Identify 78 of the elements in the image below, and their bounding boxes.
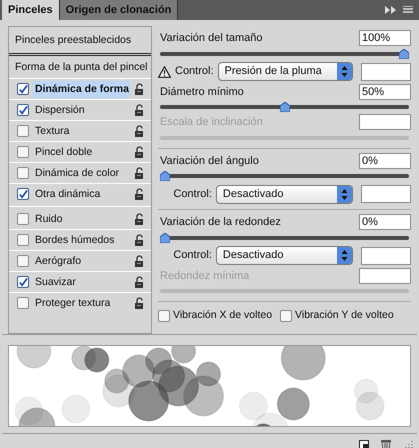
slider[interactable] [160,232,409,244]
checkbox[interactable] [17,297,29,309]
brush-option[interactable]: Pincel doble [33,144,130,160]
checkbox[interactable] [17,276,29,288]
slider-thumb[interactable] [160,232,170,242]
lock-icon[interactable] [134,104,145,116]
value-field[interactable]: 100% [359,30,411,46]
brush-option[interactable]: Dinámica de forma [33,80,130,98]
flip-label: Vibración Y de volteo [295,308,394,323]
value-field[interactable]: 50% [359,84,411,100]
brush-option[interactable]: Aerógrafo [33,252,130,270]
value-field[interactable] [359,268,411,284]
lock-icon[interactable] [134,167,145,179]
slider-thumb[interactable] [280,102,290,112]
flip-label: Vibración X de volteo [173,308,272,323]
brush-option[interactable]: Bordes húmedos [33,232,130,248]
lock-icon[interactable] [134,146,145,158]
lock-icon[interactable] [134,255,145,267]
control-label: Control: [173,248,212,264]
brush-option[interactable]: Dispersión [33,102,130,118]
menu-icon[interactable] [403,6,413,14]
resize-grip-icon[interactable] [403,440,413,448]
slider[interactable] [160,170,409,182]
checkbox[interactable] [17,213,29,225]
value-field[interactable]: 0% [359,214,411,230]
checkbox[interactable] [17,188,29,200]
lock-icon[interactable] [134,276,145,288]
setting-label: Variación del ángulo [159,154,259,168]
value-field[interactable] [359,114,411,130]
lock-icon[interactable] [134,83,145,95]
value-field[interactable] [360,185,411,203]
brush-category[interactable]: Pinceles preestablecidos [9,31,151,51]
checkbox[interactable] [280,310,292,322]
brush-category[interactable]: Forma de la punta del pincel [9,58,151,78]
control-dropdown[interactable]: Desactivado [216,184,353,204]
slider-thumb[interactable] [399,48,409,58]
setting-label: Variación de la redondez [159,215,281,230]
stepper-icon [336,247,352,264]
slider[interactable] [160,48,409,60]
setting-label: Escala de inclinación [159,115,263,130]
brush-option[interactable]: Ruido [33,210,130,228]
brush-option[interactable]: Suavizar [33,274,130,290]
setting-label: Redondez mínima [159,268,250,284]
value-field[interactable] [361,62,411,80]
value-field[interactable]: 0% [359,152,411,168]
checkbox[interactable] [17,234,29,246]
lock-icon[interactable] [134,125,145,137]
slider-thumb[interactable] [160,171,170,181]
brush-option[interactable]: Dinámica de color [33,164,130,182]
value-field[interactable] [360,246,411,264]
stepper-icon [337,63,352,80]
stepper-icon [336,186,352,202]
checkbox[interactable] [17,255,29,267]
lock-icon[interactable] [134,213,145,225]
checkbox[interactable] [158,310,170,322]
control-label: Control: [175,64,214,80]
setting-label: Variación del tamaño [159,31,263,46]
lock-icon[interactable] [134,188,145,200]
new-brush-icon[interactable] [359,440,369,448]
lock-icon[interactable] [134,234,145,246]
control-label: Control: [173,186,212,202]
brush-option[interactable]: Textura [33,122,130,140]
brush-option[interactable]: Otra dinámica [33,186,130,202]
checkbox[interactable] [17,104,29,116]
checkbox[interactable] [17,125,29,137]
control-dropdown[interactable]: Presión de la pluma [218,62,354,81]
panel-tab[interactable]: Origen de clonación [60,0,178,20]
trash-icon[interactable] [381,439,391,448]
slider[interactable] [160,101,409,113]
checkbox[interactable] [17,83,29,95]
checkbox[interactable] [17,146,29,158]
brush-option[interactable]: Proteger textura [33,294,130,312]
setting-label: Diámetro mínimo [159,84,244,100]
control-dropdown[interactable]: Desactivado [216,246,353,265]
panel-tab[interactable]: Pinceles [2,0,60,20]
lock-icon[interactable] [134,297,145,309]
collapse-icon[interactable] [385,6,397,14]
checkbox[interactable] [17,167,29,179]
